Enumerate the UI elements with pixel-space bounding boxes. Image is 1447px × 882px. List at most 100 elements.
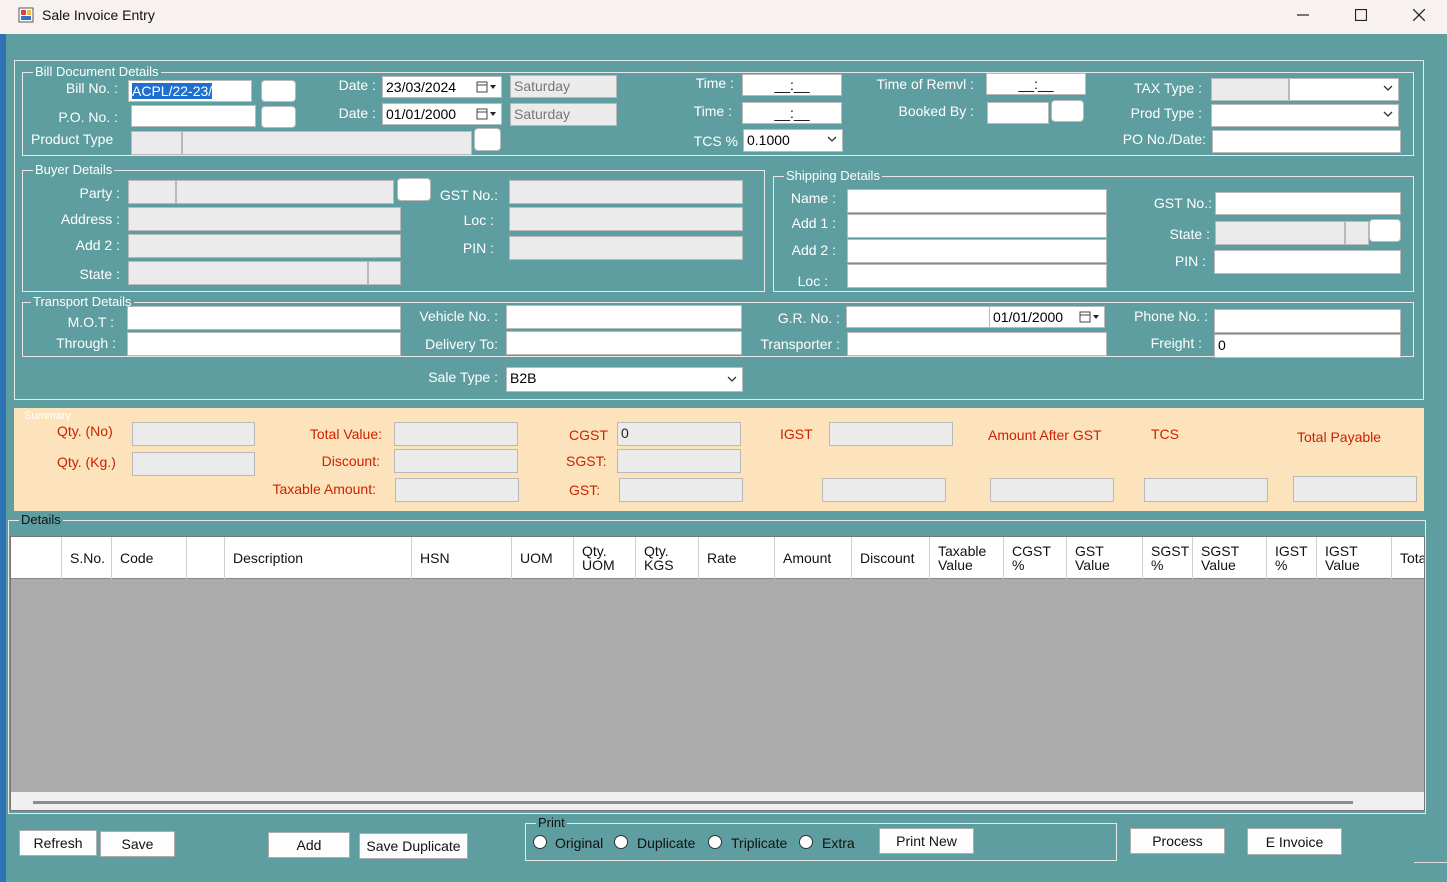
- buyer-pin-input[interactable]: [509, 236, 743, 260]
- buyer-gst-input[interactable]: [509, 180, 743, 204]
- bill-no-input[interactable]: ACPL/22-23/: [128, 80, 252, 102]
- address-label: Address :: [60, 211, 120, 227]
- state-lookup-button[interactable]: [368, 261, 401, 285]
- ship-loc-input[interactable]: [847, 264, 1107, 288]
- grid-column-header[interactable]: Tota: [1392, 537, 1424, 579]
- close-button[interactable]: [1390, 0, 1447, 30]
- e-invoice-button[interactable]: E Invoice: [1247, 828, 1342, 855]
- product-type-code[interactable]: [131, 131, 182, 155]
- scrollbar-thumb[interactable]: [33, 801, 1353, 804]
- grid-column-header[interactable]: Discount: [852, 537, 930, 579]
- igst-rate-value: [829, 422, 953, 446]
- print-extra-radio[interactable]: [799, 835, 813, 849]
- grid-column-header[interactable]: HSN: [412, 537, 512, 579]
- grid-column-header[interactable]: Rate: [699, 537, 775, 579]
- add-button[interactable]: Add: [268, 832, 350, 858]
- time-of-removal-input[interactable]: __:__: [986, 73, 1086, 95]
- grid-column-header[interactable]: Code: [112, 537, 187, 579]
- print-triplicate-radio[interactable]: [708, 835, 722, 849]
- print-extra-label[interactable]: Extra: [822, 835, 855, 851]
- freight-input[interactable]: 0: [1214, 334, 1401, 358]
- delivery-to-input[interactable]: [506, 331, 742, 355]
- transporter-input[interactable]: [847, 332, 1107, 356]
- booked-by-lookup-button[interactable]: [1051, 100, 1084, 122]
- product-type-name[interactable]: [182, 131, 472, 155]
- ship-state-input[interactable]: [1215, 221, 1345, 245]
- maximize-icon: [1355, 9, 1367, 21]
- total-value-label: Total Value:: [309, 426, 382, 442]
- grid-column-header[interactable]: CGST %: [1004, 537, 1067, 579]
- save-duplicate-button[interactable]: Save Duplicate: [359, 833, 468, 859]
- calendar-dropdown-icon[interactable]: [1079, 310, 1101, 324]
- ship-loc-label: Loc :: [797, 273, 828, 289]
- print-duplicate-label[interactable]: Duplicate: [637, 835, 695, 851]
- date2-picker[interactable]: 01/01/2000: [382, 103, 502, 125]
- buyer-loc-input[interactable]: [509, 207, 743, 231]
- po-no-input[interactable]: [131, 105, 256, 127]
- print-duplicate-radio[interactable]: [614, 835, 628, 849]
- grid-column-header[interactable]: SGST %: [1143, 537, 1193, 579]
- window-left-edge: [0, 34, 6, 882]
- save-button[interactable]: Save: [100, 831, 175, 857]
- mot-input[interactable]: [127, 306, 401, 330]
- print-original-label[interactable]: Original: [555, 835, 603, 851]
- gr-no-input[interactable]: [846, 306, 991, 328]
- vehicle-no-input[interactable]: [506, 305, 742, 329]
- grid-column-header[interactable]: Qty. UOM: [574, 537, 636, 579]
- print-new-button[interactable]: Print New: [879, 828, 974, 854]
- cgst-label: CGST: [569, 427, 608, 443]
- maximize-button[interactable]: [1332, 0, 1390, 30]
- po-date-input[interactable]: [1212, 130, 1401, 153]
- ship-state-lookup-button[interactable]: [1369, 219, 1401, 242]
- grid-column-header[interactable]: S.No.: [62, 537, 112, 579]
- calendar-dropdown-icon[interactable]: [476, 80, 498, 94]
- tcs-select[interactable]: 0.1000: [743, 129, 843, 152]
- time2-input[interactable]: __:__: [742, 102, 842, 124]
- print-triplicate-label[interactable]: Triplicate: [731, 835, 787, 851]
- grid-column-header[interactable]: IGST Value: [1317, 537, 1392, 579]
- party-code[interactable]: [128, 180, 176, 204]
- calendar-dropdown-icon[interactable]: [476, 107, 498, 121]
- booked-by-input[interactable]: [987, 102, 1049, 124]
- details-grid[interactable]: S.No. Code Description HSN UOM Qty. UOM Qty. K…: [10, 536, 1425, 811]
- sale-type-select[interactable]: B2B: [506, 367, 743, 392]
- igst-label: IGST: [780, 426, 813, 442]
- time1-input[interactable]: __:__: [742, 74, 842, 96]
- ship-name-input[interactable]: [847, 189, 1107, 213]
- prod-type-select[interactable]: [1211, 104, 1399, 127]
- minimize-button[interactable]: [1274, 0, 1332, 30]
- po-no-lookup-button[interactable]: [261, 106, 296, 128]
- grid-column-header[interactable]: Description: [225, 537, 412, 579]
- address-input[interactable]: [128, 207, 401, 231]
- ship-add2-input[interactable]: [847, 239, 1107, 263]
- horizontal-scrollbar[interactable]: [11, 792, 1424, 810]
- grid-column-header[interactable]: Amount: [775, 537, 852, 579]
- tax-type-code[interactable]: [1211, 78, 1289, 101]
- ship-gst-input[interactable]: [1215, 192, 1401, 215]
- grid-column-header[interactable]: Qty. KGS: [636, 537, 699, 579]
- through-input[interactable]: [127, 332, 401, 356]
- print-original-radio[interactable]: [533, 835, 547, 849]
- date1-picker[interactable]: 23/03/2024: [382, 76, 502, 98]
- add2-input[interactable]: [128, 234, 401, 258]
- party-name[interactable]: [176, 180, 394, 204]
- po-date-label: PO No./Date:: [1122, 131, 1206, 147]
- grid-column-header[interactable]: IGST %: [1267, 537, 1317, 579]
- phone-no-input[interactable]: [1214, 309, 1401, 333]
- tax-type-select[interactable]: [1289, 78, 1399, 101]
- grid-column-header[interactable]: [187, 537, 225, 579]
- refresh-button[interactable]: Refresh: [19, 830, 97, 856]
- qty-no-value: [132, 422, 255, 446]
- ship-add1-input[interactable]: [847, 214, 1107, 238]
- bill-no-lookup-button[interactable]: [261, 80, 296, 102]
- grid-column-header[interactable]: UOM: [512, 537, 574, 579]
- gr-date-picker[interactable]: 01/01/2000: [989, 306, 1105, 328]
- grid-column-header[interactable]: SGST Value: [1193, 537, 1267, 579]
- product-type-lookup-button[interactable]: [474, 128, 501, 151]
- process-button[interactable]: Process: [1130, 828, 1225, 854]
- grid-column-header[interactable]: GST Value: [1067, 537, 1143, 579]
- state-input[interactable]: [128, 261, 368, 285]
- ship-state-code[interactable]: [1345, 221, 1369, 245]
- grid-column-header[interactable]: Taxable Value: [930, 537, 1004, 579]
- ship-pin-input[interactable]: [1214, 250, 1401, 274]
